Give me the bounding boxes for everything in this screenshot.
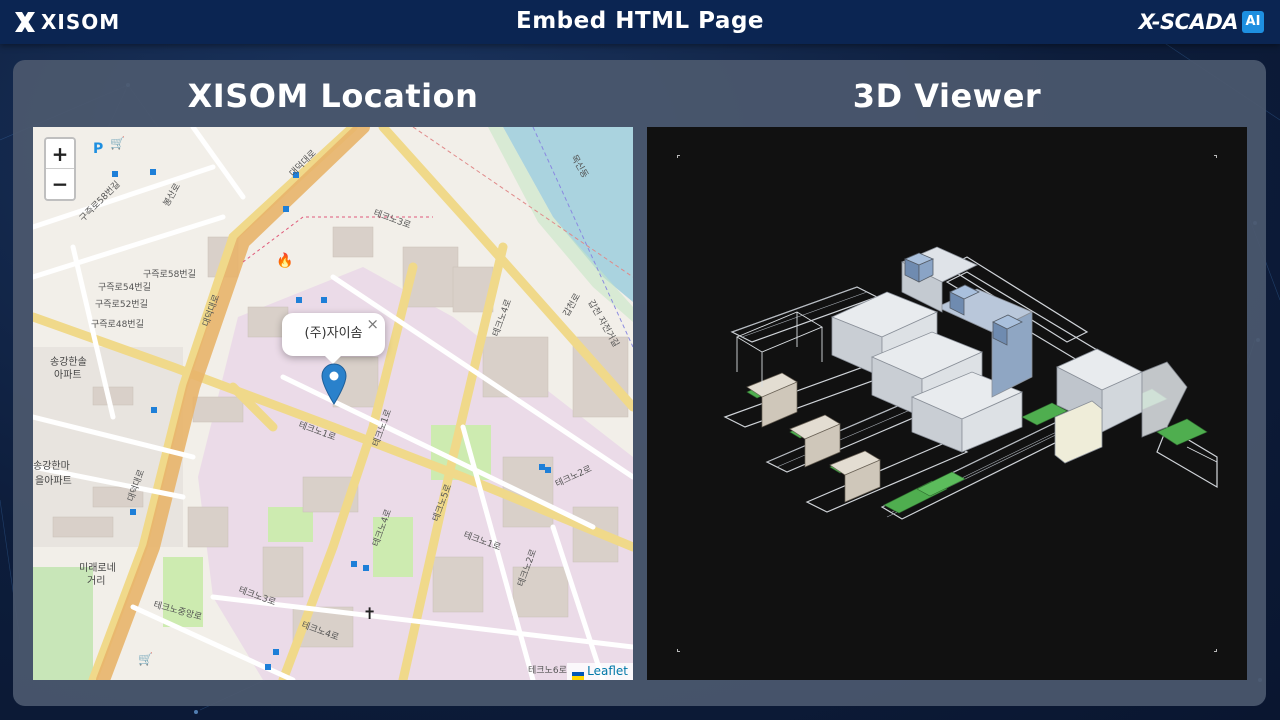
leaflet-link[interactable]: Leaflet <box>587 663 628 680</box>
parking-icon: P <box>93 141 103 157</box>
ai-badge: AI <box>1242 11 1264 33</box>
viewer-section-title: 3D Viewer <box>852 77 1042 115</box>
map-label-apt1-a: 송강한솔 <box>50 356 87 368</box>
map-label-mirae-a: 미래로네 <box>79 562 116 574</box>
map-label-gujuk48: 구즉로48번길 <box>91 319 144 330</box>
zoom-out-button[interactable]: − <box>46 169 74 199</box>
page-title: Embed HTML Page <box>515 8 765 34</box>
top-bar: XISOM Embed HTML Page X-SCADA AI <box>0 0 1280 44</box>
map-label-apt2-a: 송강한마 <box>33 460 70 472</box>
map-label-mirae-b: 거리 <box>87 575 105 587</box>
fire-station-icon: 🔥 <box>276 252 293 269</box>
popup-close-button[interactable]: × <box>366 315 379 333</box>
zoom-control: + − <box>44 137 76 201</box>
zoom-in-button[interactable]: + <box>46 139 74 169</box>
shop-icon: 🛒 <box>138 652 153 666</box>
factory-3d-model[interactable] <box>647 127 1247 680</box>
map-label-gujuk58: 구즉로58번길 <box>143 269 196 280</box>
map-view[interactable]: P ✝ 🔥 🛒 🛒 대덕대로 대덕대로 대덕대로 구즉로58번길 구즉로58번길… <box>33 127 633 680</box>
3d-viewer[interactable] <box>647 127 1247 680</box>
church-icon: ✝ <box>363 604 376 623</box>
map-label-apt2-b: 을아파트 <box>35 475 72 487</box>
xscada-logo: X-SCADA AI <box>1139 9 1264 35</box>
map-label-gujuk52: 구즉로52번길 <box>95 299 148 310</box>
location-popup: (주)자이솜 × <box>282 313 385 364</box>
shop-icon-top: 🛒 <box>110 136 125 150</box>
map-label-gujuk54: 구즉로54번길 <box>98 282 151 293</box>
ukraine-flag-icon <box>572 668 585 680</box>
map-attribution[interactable]: Leaflet <box>567 663 633 680</box>
map-label-techno6: 테크노6로 <box>528 665 567 676</box>
map-section-title: XISOM Location <box>187 77 479 115</box>
brand-right-text: X-SCADA <box>1138 10 1239 34</box>
map-label-apt1-b: 아파트 <box>54 369 82 381</box>
map-marker-icon[interactable] <box>321 363 347 405</box>
